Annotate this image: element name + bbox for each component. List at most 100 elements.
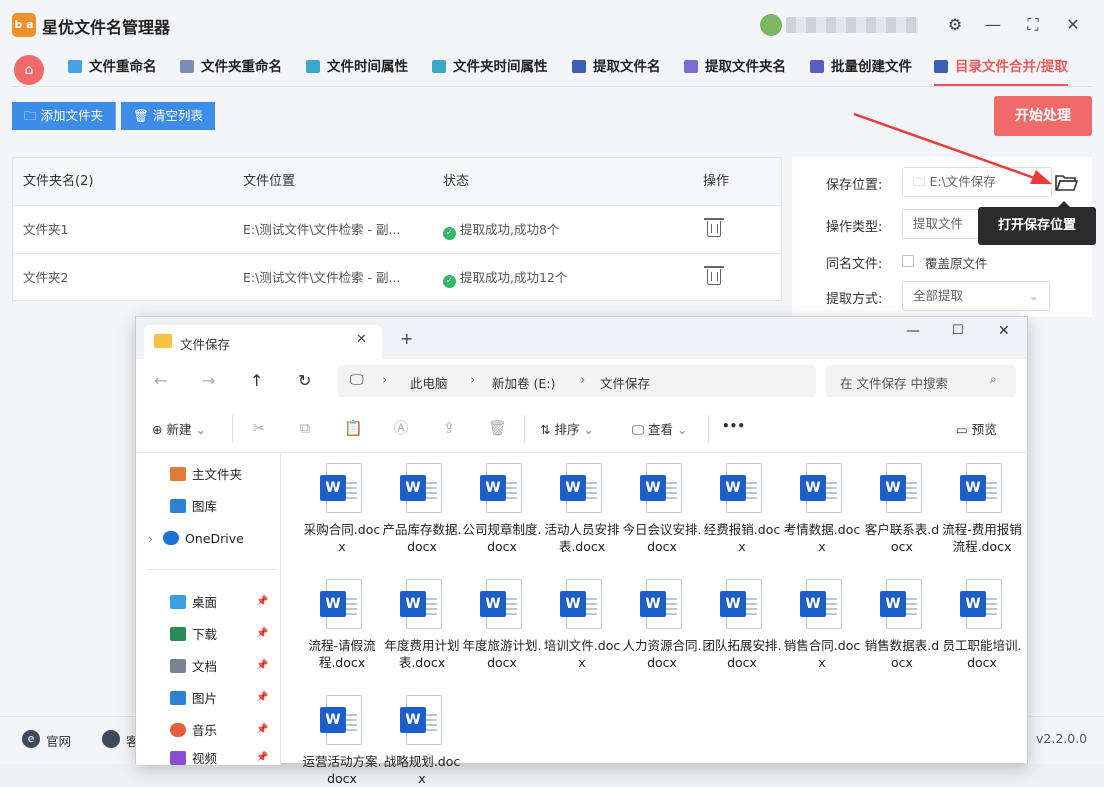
website-link[interactable]: 官网 [46, 731, 71, 750]
forward-icon[interactable]: → [202, 371, 215, 390]
file-item[interactable]: W 运营活动方案.docx [302, 695, 382, 787]
computer-icon: 🖵 [350, 372, 364, 388]
delete-icon[interactable]: 🗑 [488, 419, 507, 437]
file-item[interactable]: W 培训文件.docx [542, 579, 622, 671]
word-doc-icon: W [320, 463, 364, 515]
service-icon[interactable] [102, 730, 120, 748]
gallery-icon [170, 499, 186, 513]
nav-music[interactable]: 音乐 [170, 717, 270, 745]
refresh-icon[interactable]: ↻ [298, 371, 311, 390]
word-doc-icon: W [400, 463, 444, 515]
paste-icon[interactable]: 📋 [344, 419, 363, 437]
address-bar[interactable]: 🖵 › 此电脑 › 新加卷 (E:) › 文件保存 [338, 365, 816, 397]
word-doc-icon: W [480, 463, 524, 515]
breadcrumb[interactable]: 文件保存 [600, 373, 650, 392]
file-name: 年度费用计划表.docx [384, 638, 460, 670]
navigation-pane: 主文件夹 图库 › OneDrive 桌面 下载 文档 图片 音乐 视频 📌 📌 … [136, 453, 281, 766]
rename-icon[interactable]: Ⓐ [392, 419, 410, 437]
word-doc-icon: W [960, 463, 1004, 515]
more-icon[interactable]: ••• [722, 419, 745, 433]
documents-icon [170, 659, 186, 673]
chevron-down-icon: ⌄ [191, 422, 206, 437]
nav-gallery[interactable]: 图库 [170, 493, 217, 521]
close-icon[interactable]: ✕ [998, 323, 1010, 339]
nav-onedrive[interactable]: › OneDrive [148, 525, 244, 553]
word-doc-icon: W [880, 579, 924, 631]
up-icon[interactable]: ↑ [250, 371, 263, 390]
view-button[interactable]: 🖵 查看 ⌄ [632, 419, 688, 438]
word-doc-icon: W [320, 695, 364, 747]
file-grid: W 采购合同.docx W 产品库存数据.docx W 公司规章制度.docx W 活动人员安… [286, 453, 1026, 786]
file-item[interactable]: W 客户联系表.docx [862, 463, 942, 555]
file-name: 今日会议安排.docx [622, 522, 702, 554]
file-item[interactable]: W 经费报销.docx [702, 463, 782, 555]
nav-pictures[interactable]: 图片 [170, 685, 270, 713]
file-item[interactable]: W 销售合同.docx [782, 579, 862, 671]
file-item[interactable]: W 公司规章制度.docx [462, 463, 542, 555]
sort-button[interactable]: ⇅ 排序 ⌄ [540, 419, 594, 438]
file-item[interactable]: W 流程-请假流程.docx [302, 579, 382, 671]
file-item[interactable]: W 活动人员安排表.docx [542, 463, 622, 555]
pin-icon[interactable]: 📌 [256, 752, 268, 763]
new-button[interactable]: ⊕ 新建 ⌄ [152, 419, 206, 438]
file-item[interactable]: W 产品库存数据.docx [382, 463, 462, 555]
file-item[interactable]: W 员工职能培训.docx [942, 579, 1022, 671]
nav-desktop[interactable]: 桌面 [170, 589, 270, 617]
pin-icon[interactable]: 📌 [256, 660, 268, 671]
file-item[interactable]: W 销售数据表.docx [862, 579, 942, 671]
preview-button[interactable]: ▭ 预览 [956, 419, 997, 438]
version-label: v2.2.0.0 [1036, 731, 1088, 746]
nav-documents[interactable]: 文档 [170, 653, 270, 681]
nav-videos[interactable]: 视频 [170, 745, 270, 773]
pin-icon[interactable]: 📌 [256, 628, 268, 639]
file-name: 客户联系表.docx [864, 522, 940, 554]
file-item[interactable]: W 考情数据.docx [782, 463, 862, 555]
word-doc-icon: W [560, 463, 604, 515]
new-tab-icon[interactable]: + [400, 329, 413, 348]
maximize-icon[interactable]: ☐ [952, 323, 964, 338]
nav-home[interactable]: 主文件夹 [170, 461, 242, 489]
breadcrumb[interactable]: 此电脑 [410, 373, 448, 392]
pin-icon[interactable]: 📌 [256, 692, 268, 703]
word-doc-icon: W [400, 579, 444, 631]
breadcrumb[interactable]: 新加卷 (E:) [492, 373, 555, 392]
file-name: 考情数据.docx [783, 522, 861, 554]
file-item[interactable]: W 采购合同.docx [302, 463, 382, 555]
file-item[interactable]: W 团队拓展安排.docx [702, 579, 782, 671]
file-explorer-window: 文件保存 ✕ + — ☐ ✕ ← → ↑ ↻ 🖵 › 此电脑 › 新加卷 (E:… [135, 316, 1028, 786]
nav-downloads[interactable]: 下载 [170, 621, 270, 649]
file-name: 公司规章制度.docx [462, 522, 542, 554]
pin-icon[interactable]: 📌 [256, 596, 268, 607]
explorer-tab[interactable]: 文件保存 ✕ [144, 325, 382, 359]
cloud-icon [163, 531, 179, 545]
file-item[interactable]: W 流程-费用报销流程.docx [942, 463, 1022, 555]
cut-icon[interactable]: ✂ [250, 419, 268, 437]
word-doc-icon: W [480, 579, 524, 631]
file-name: 经费报销.docx [703, 522, 781, 554]
word-doc-icon: W [800, 463, 844, 515]
share-icon[interactable]: ⇪ [440, 419, 458, 437]
file-item[interactable]: W 战略规划.docx [382, 695, 462, 787]
word-doc-icon: W [640, 463, 684, 515]
file-name: 采购合同.docx [303, 522, 381, 554]
folder-icon [154, 334, 172, 348]
search-input[interactable]: 在 文件保存 中搜索 ⌕ [826, 365, 1016, 397]
file-item[interactable]: W 人力资源合同.docx [622, 579, 702, 671]
back-icon[interactable]: ← [154, 371, 167, 390]
file-item[interactable]: W 今日会议安排.docx [622, 463, 702, 555]
music-icon [170, 723, 186, 737]
copy-icon[interactable]: ⧉ [296, 419, 314, 437]
chevron-right-icon: › [580, 373, 586, 388]
file-name: 战略规划.docx [383, 754, 461, 786]
file-item[interactable]: W 年度旅游计划.docx [462, 579, 542, 671]
website-icon[interactable]: e [22, 730, 40, 748]
close-tab-icon[interactable]: ✕ [356, 332, 367, 347]
pin-icon[interactable]: 📌 [256, 724, 268, 735]
preview-icon: ▭ [956, 422, 972, 437]
file-name: 培训文件.docx [543, 638, 621, 670]
minimize-icon[interactable]: — [906, 323, 920, 339]
file-item[interactable]: W 年度费用计划表.docx [382, 579, 462, 671]
separator [524, 415, 525, 443]
word-doc-icon: W [800, 579, 844, 631]
file-name: 流程-费用报销流程.docx [942, 522, 1022, 554]
